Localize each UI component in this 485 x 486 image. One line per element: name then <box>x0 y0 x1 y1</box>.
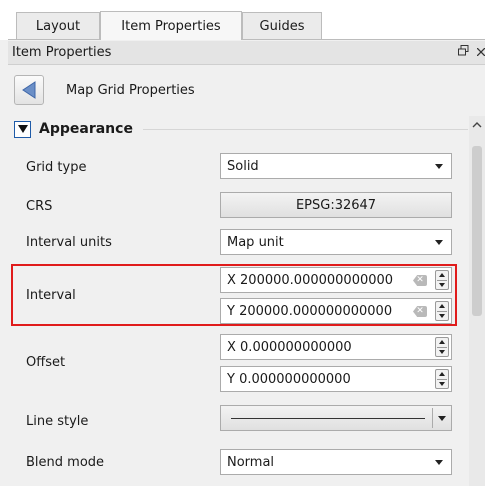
spin-buttons[interactable] <box>435 301 449 321</box>
interval-x-value: X 200000.000000000000 <box>227 272 394 288</box>
line-style-separator <box>432 408 433 428</box>
dock-title: Item Properties <box>12 45 112 60</box>
scroll-thumb[interactable] <box>472 146 482 316</box>
line-style-label: Line style <box>26 414 89 429</box>
back-button[interactable] <box>14 75 44 105</box>
offset-y-spinbox[interactable]: Y 0.000000000000 <box>220 366 452 392</box>
tab-guides[interactable]: Guides <box>242 12 322 40</box>
interval-label: Interval <box>26 288 76 303</box>
offset-x-spinbox[interactable]: X 0.000000000000 <box>220 334 452 360</box>
float-icon[interactable] <box>458 45 473 59</box>
spin-buttons[interactable] <box>435 337 449 357</box>
tab-layout[interactable]: Layout <box>16 12 100 40</box>
interval-x-spinbox[interactable]: X 200000.000000000000 ✕ <box>220 267 452 293</box>
triangle-down-icon <box>17 125 28 133</box>
offset-label: Offset <box>26 355 66 370</box>
tab-layout-label: Layout <box>35 19 81 34</box>
interval-units-label: Interval units <box>26 235 112 250</box>
crs-button[interactable]: EPSG:32647 <box>220 192 452 218</box>
crs-value: EPSG:32647 <box>295 197 377 213</box>
section-title: Appearance <box>39 121 133 137</box>
left-triangle-icon <box>22 81 36 99</box>
line-preview <box>231 418 425 419</box>
tab-item-properties[interactable]: Item Properties <box>100 11 242 40</box>
tab-item-properties-label: Item Properties <box>121 18 221 34</box>
offset-x-value: X 0.000000000000 <box>227 339 352 355</box>
interval-y-value: Y 200000.000000000000 <box>227 303 393 319</box>
blend-mode-label: Blend mode <box>26 455 105 470</box>
clear-icon[interactable]: ✕ <box>413 306 427 317</box>
grid-type-label: Grid type <box>26 160 87 175</box>
back-label: Map Grid Properties <box>66 82 195 98</box>
offset-y-value: Y 0.000000000000 <box>227 371 351 387</box>
chevron-down-icon <box>435 164 443 169</box>
chevron-down-icon[interactable] <box>438 416 446 421</box>
interval-units-dropdown[interactable]: Map unit <box>220 229 452 255</box>
vertical-scrollbar[interactable] <box>469 116 485 486</box>
tab-guides-label: Guides <box>259 19 305 34</box>
grid-type-value: Solid <box>227 158 259 174</box>
back-row: Map Grid Properties <box>8 66 485 114</box>
grid-type-dropdown[interactable]: Solid <box>220 153 452 179</box>
dock-controls <box>458 45 485 59</box>
spin-buttons[interactable] <box>435 369 449 389</box>
appearance-section-header[interactable]: Appearance <box>8 116 468 142</box>
section-rule <box>142 128 468 130</box>
blend-mode-value: Normal <box>227 454 275 470</box>
spin-buttons[interactable] <box>435 270 449 290</box>
tab-bar: Layout Item Properties Guides <box>0 0 485 40</box>
clear-icon[interactable]: ✕ <box>413 275 427 286</box>
line-style-button[interactable] <box>220 405 452 431</box>
blend-mode-dropdown[interactable]: Normal <box>220 449 452 475</box>
scroll-up-icon[interactable] <box>472 120 482 131</box>
dock-title-bar: Item Properties <box>8 41 485 65</box>
collapse-toggle[interactable] <box>14 120 31 138</box>
interval-units-value: Map unit <box>227 234 284 250</box>
close-icon[interactable] <box>476 45 485 59</box>
chevron-down-icon <box>435 460 443 465</box>
interval-y-spinbox[interactable]: Y 200000.000000000000 ✕ <box>220 298 452 324</box>
tab-divider <box>8 39 485 40</box>
chevron-down-icon <box>435 240 443 245</box>
crs-label: CRS <box>26 199 53 214</box>
